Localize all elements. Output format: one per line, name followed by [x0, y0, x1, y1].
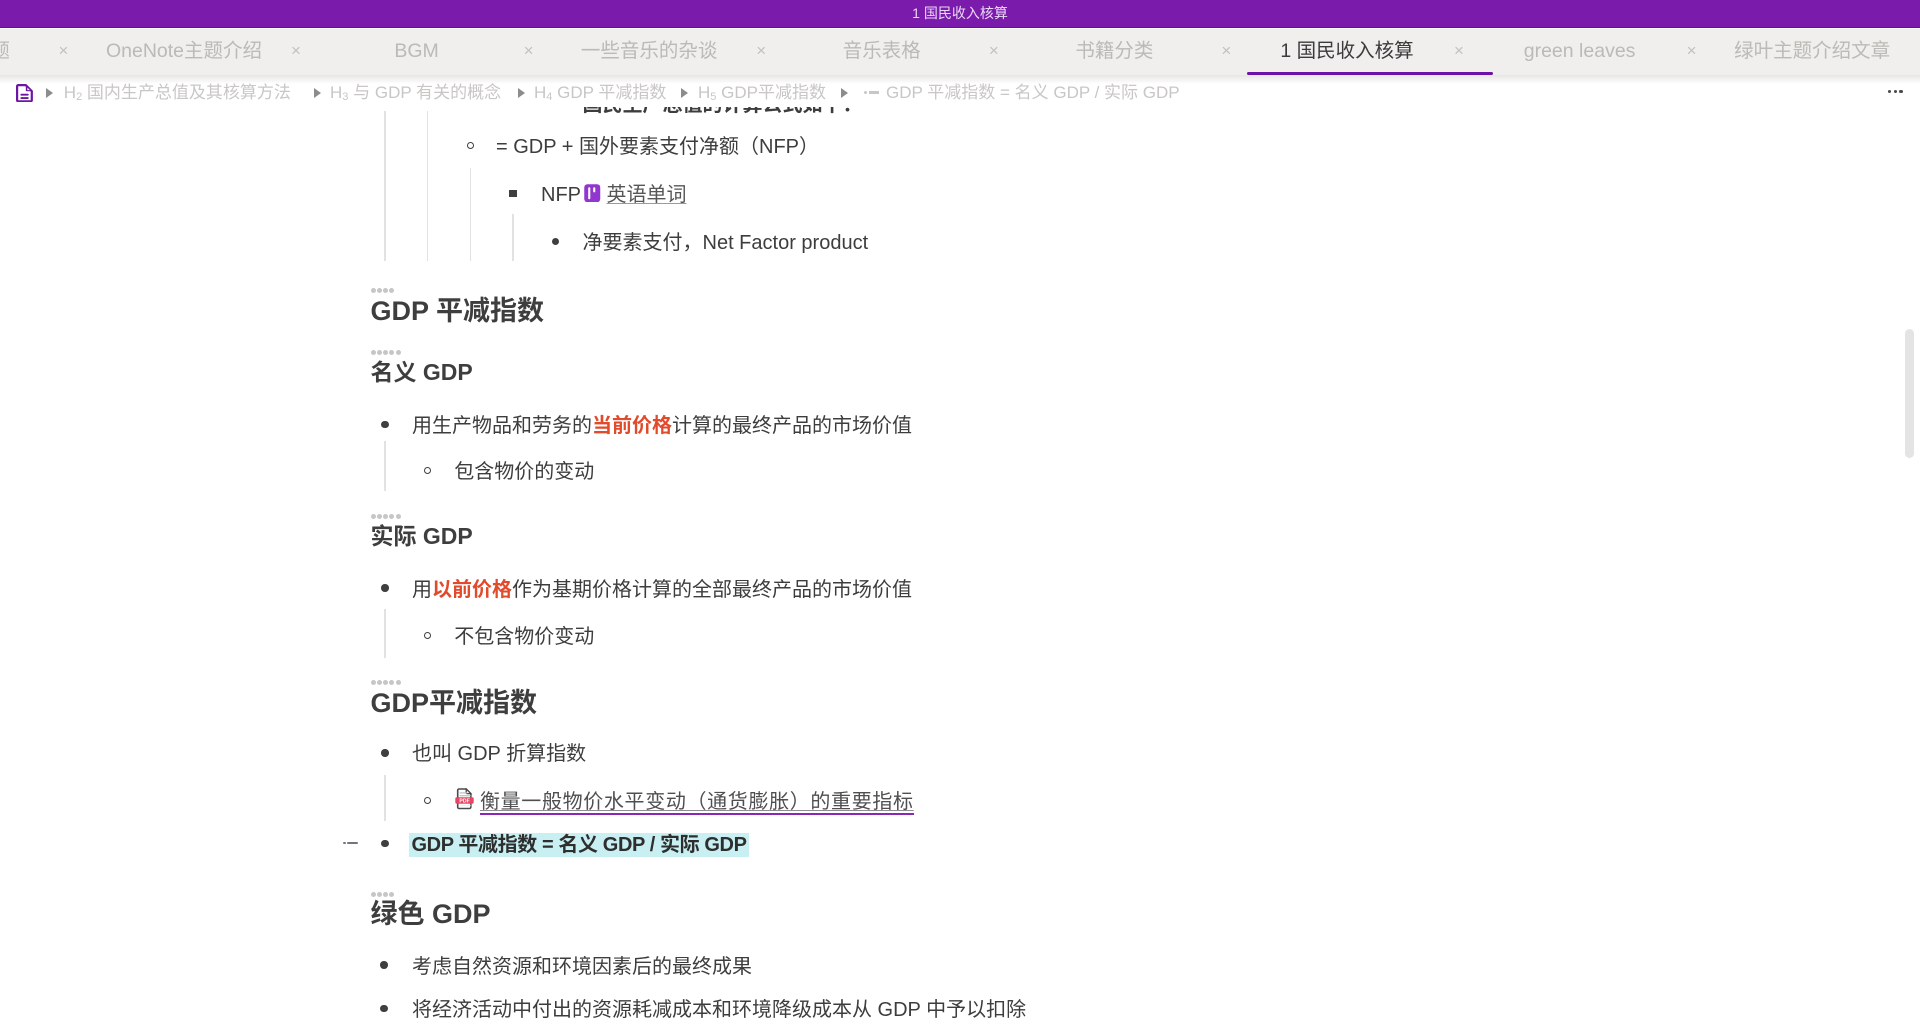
svg-text:PDF: PDF — [459, 798, 469, 804]
